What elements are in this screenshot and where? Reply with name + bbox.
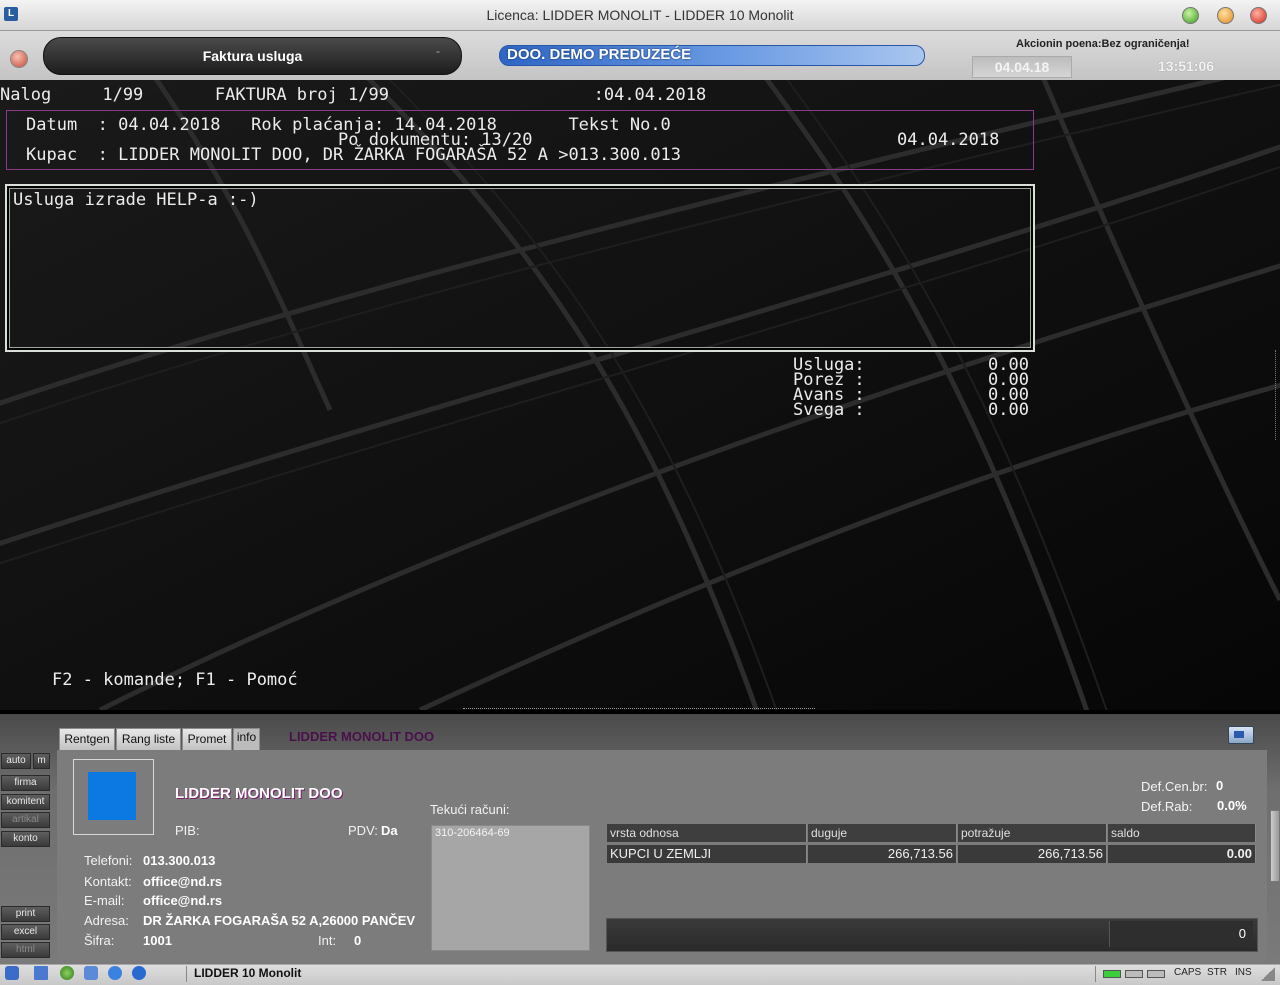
resize-grip[interactable]: [1261, 967, 1275, 981]
module-label: Faktura usluga: [202, 48, 303, 64]
module-dash: -: [436, 44, 440, 58]
kupac-line: Kupac : LIDDER MONOLIT DOO, DR ŽARKA FOG…: [26, 145, 682, 165]
grid-cell-potrazuje[interactable]: 266,713.56: [958, 845, 1107, 863]
tab-promet[interactable]: Promet: [182, 728, 232, 751]
promo-text: Akcionin poena:Bez ograničenja!: [1016, 38, 1190, 50]
defrab-label: Def.Rab:: [1141, 799, 1193, 814]
terminal-scroll-indicator[interactable]: [1275, 350, 1278, 440]
m-button[interactable]: m: [33, 753, 50, 769]
maximize-button[interactable]: [1217, 7, 1234, 24]
panel-splitter[interactable]: [463, 708, 815, 709]
nalog-line: Nalog 1/99 FAKTURA broj 1/99 :04.04.2018: [0, 85, 707, 105]
company-bar[interactable]: DOO. DEMO PREDUZEĆE: [499, 45, 925, 66]
status-divider: [186, 966, 187, 982]
tekuci-label: Tekući računi:: [430, 802, 510, 817]
title-bar: L Licenca: LIDDER MONOLIT - LIDDER 10 Mo…: [0, 0, 1280, 31]
grid-cell-vrsta[interactable]: KUPCI U ZEMLJI: [607, 845, 807, 863]
menu-orb-button[interactable]: [10, 50, 28, 68]
status-app-name: LIDDER 10 Monolit: [194, 966, 302, 980]
status-led-green: [1103, 970, 1121, 978]
screen-icon[interactable]: [1228, 726, 1254, 744]
pdv-label: PDV:: [348, 823, 378, 838]
str-indicator: STR: [1207, 967, 1227, 978]
grid-header-saldo[interactable]: saldo: [1108, 824, 1256, 842]
header-time: 13:51:06: [1158, 58, 1215, 74]
info-company-name: LIDDER MONOLIT DOO: [175, 785, 343, 802]
info-icon[interactable]: [132, 966, 146, 980]
panel-collapse-handle[interactable]: [1270, 810, 1280, 882]
summary-value: 0: [1109, 921, 1253, 947]
status-bar: [0, 964, 1280, 985]
status-led: [1125, 970, 1143, 978]
telefoni-value: 013.300.013: [143, 853, 216, 868]
grid-cell-duguje[interactable]: 266,713.56: [808, 845, 957, 863]
email-value[interactable]: office@nd.rs: [143, 893, 222, 908]
auto-button[interactable]: auto: [1, 753, 31, 769]
adresa-label: Adresa:: [84, 913, 129, 928]
hint-line: F2 - komande; F1 - Pomoć: [52, 670, 298, 690]
caps-indicator: CAPS: [1174, 967, 1202, 978]
int-label: Int:: [318, 933, 337, 948]
konto-button[interactable]: konto: [1, 831, 50, 847]
sifra-value: 1001: [143, 933, 172, 948]
globe-icon[interactable]: [60, 966, 74, 980]
excel-button[interactable]: excel: [1, 924, 50, 940]
pib-label: PIB:: [175, 823, 200, 838]
panel-title: LIDDER MONOLIT DOO: [289, 729, 435, 744]
account-item[interactable]: 310-206464-69: [435, 827, 510, 839]
kontakt-label: Kontakt:: [84, 874, 132, 889]
window-title: Licenca: LIDDER MONOLIT - LIDDER 10 Mono…: [486, 7, 794, 23]
komitent-button[interactable]: komitent: [1, 794, 50, 810]
module-selector[interactable]: Faktura usluga -: [43, 37, 462, 75]
company-logo: [88, 772, 136, 820]
window-icon[interactable]: [34, 966, 48, 980]
adresa-value: DR ŽARKA FOGARAŠA 52 A,26000 PANČEV: [143, 913, 416, 928]
total-value-svega: 0.00: [988, 400, 1029, 420]
close-button[interactable]: [1250, 7, 1267, 24]
defrab-value: 0.0%: [1217, 798, 1247, 813]
user-icon[interactable]: [84, 966, 98, 980]
grid-cell-saldo[interactable]: 0.00: [1108, 845, 1256, 863]
minimize-button[interactable]: [1182, 7, 1199, 24]
telefoni-label: Telefoni:: [84, 853, 133, 868]
grid-header-duguje[interactable]: duguje: [808, 824, 957, 842]
defcen-value: 0: [1216, 778, 1224, 793]
pdv-value: Da: [381, 823, 398, 838]
text-body: Usluga izrade HELP-a :-): [13, 190, 259, 210]
firma-button[interactable]: firma: [1, 775, 50, 791]
grid-header-potrazuje[interactable]: potražuje: [958, 824, 1107, 842]
defcen-label: Def.Cen.br:: [1141, 779, 1208, 794]
status-divider: [1095, 966, 1096, 982]
document-date: 04.04.2018: [897, 130, 1000, 150]
network-icon[interactable]: [5, 966, 19, 980]
ins-indicator: INS: [1235, 967, 1252, 978]
grid-header-vrsta[interactable]: vrsta odnosa: [607, 824, 807, 842]
terminal-area[interactable]: [0, 80, 1280, 710]
tab-rentgen[interactable]: Rentgen: [59, 728, 115, 751]
email-label: E-mail:: [84, 893, 125, 908]
tab-info[interactable]: info: [233, 728, 260, 751]
html-button[interactable]: html: [1, 942, 50, 958]
check-icon[interactable]: [108, 966, 122, 980]
total-label-svega: Svega :: [793, 400, 865, 420]
kontakt-value: office@nd.rs: [143, 874, 223, 889]
header-date: 04.04.18: [972, 56, 1072, 78]
tab-rang-liste[interactable]: Rang liste: [116, 728, 181, 751]
company-name: DOO. DEMO PREDUZEĆE: [507, 46, 692, 63]
int-value: 0: [354, 933, 362, 948]
artikal-button[interactable]: artikal: [1, 812, 50, 828]
background-pattern: [0, 80, 1280, 710]
sifra-label: Šifra:: [84, 933, 115, 948]
print-button[interactable]: print: [1, 906, 50, 922]
status-led: [1147, 970, 1165, 978]
accounts-list[interactable]: 310-206464-69: [431, 825, 590, 951]
